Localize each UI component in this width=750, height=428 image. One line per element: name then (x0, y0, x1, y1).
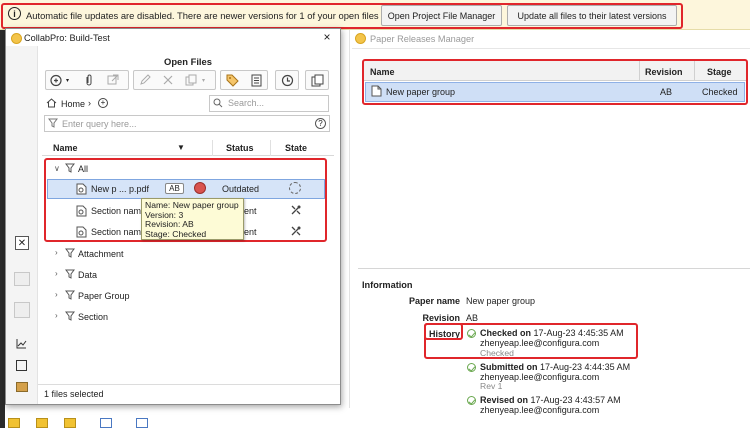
tree-group-attachment[interactable]: Attachment (78, 249, 124, 259)
duplicate-icon[interactable] (308, 71, 326, 89)
home-icon[interactable] (46, 98, 57, 108)
query-placeholder: Enter query here... (62, 119, 137, 129)
revision-label: Revision (422, 313, 460, 323)
history-entry: Checked on 17-Aug-23 4:45:35 AM (480, 328, 624, 338)
cut-icon[interactable] (159, 71, 177, 89)
history-date: 17-Aug-23 4:43:57 AM (530, 395, 621, 405)
information-divider (358, 268, 750, 269)
paste-icon[interactable] (14, 302, 30, 318)
folder-icon[interactable] (8, 418, 20, 428)
column-header-state[interactable]: State (285, 143, 307, 153)
external-link-icon[interactable] (104, 71, 122, 89)
chevron-right-icon[interactable]: › (55, 290, 58, 299)
chevron-right-icon[interactable]: › (55, 248, 58, 257)
tree-group-data[interactable]: Data (78, 270, 97, 280)
pencil-icon[interactable] (136, 71, 154, 89)
status-divider (38, 384, 340, 385)
help-icon[interactable]: ? (315, 118, 326, 129)
paper-releases-title: Paper Releases Manager (370, 34, 475, 44)
revision-value: AB (466, 313, 479, 323)
document-icon[interactable] (136, 418, 148, 428)
dialog-title: CollabPro: Build-Test (24, 33, 110, 43)
history-date: 17-Aug-23 4:44:35 AM (540, 362, 631, 372)
column-divider (270, 140, 271, 156)
history-user: zhenyeap.lee@configura.com (480, 405, 600, 415)
column-header-status[interactable]: Status (226, 143, 254, 153)
folder-icon[interactable] (36, 418, 48, 428)
history-user: zhenyeap.lee@configura.com (480, 338, 600, 348)
refresh-icon[interactable] (278, 71, 296, 89)
chart-icon[interactable] (16, 338, 27, 349)
check-circle-icon (467, 363, 476, 372)
pane-divider (349, 30, 350, 428)
open-project-file-manager-button[interactable]: Open Project File Manager (381, 5, 502, 26)
information-title: Information (362, 280, 413, 290)
update-all-files-button[interactable]: Update all files to their latest version… (507, 5, 677, 26)
collabpro-logo-icon (11, 33, 22, 44)
dialog-side-toolbar (6, 46, 38, 404)
paper-releases-logo-icon (355, 33, 366, 44)
tooltip-line: Stage: Checked (145, 228, 207, 239)
add-circle-icon[interactable]: + (98, 98, 108, 108)
search-placeholder: Search... (228, 98, 265, 108)
column-divider (212, 140, 213, 156)
history-action: Checked on (480, 328, 532, 338)
open-icon[interactable] (47, 71, 65, 89)
open-files-heading: Open Files (164, 56, 212, 67)
check-circle-icon (467, 329, 476, 338)
dropdown-arrow-icon[interactable]: ▾ (66, 77, 69, 84)
dropdown-arrow-icon[interactable]: ▾ (202, 77, 205, 84)
filter-icon (48, 118, 58, 128)
chevron-right-icon[interactable]: › (55, 311, 58, 320)
paper-name-label: Paper name (408, 296, 460, 306)
history-date: 17-Aug-23 4:45:35 AM (533, 328, 624, 338)
check-circle-icon (467, 396, 476, 405)
history-action: Revised on (480, 395, 529, 405)
sort-down-icon[interactable]: ▼ (177, 143, 185, 152)
paper-releases-highlight (362, 59, 748, 105)
filter-icon (65, 248, 75, 258)
boxes-icon[interactable] (16, 382, 28, 392)
notification-text: Automatic file updates are disabled. The… (26, 10, 379, 21)
folder-icon[interactable] (64, 418, 76, 428)
breadcrumb-home[interactable]: Home (61, 99, 85, 109)
search-icon (213, 98, 223, 108)
close-box-icon[interactable]: ✕ (15, 236, 29, 250)
printer-icon[interactable] (14, 272, 30, 286)
paperclip-icon[interactable] (80, 71, 98, 89)
tag-icon[interactable] (223, 71, 241, 89)
close-icon[interactable]: × (320, 30, 334, 44)
selection-status: 1 files selected (44, 389, 104, 399)
tree-group-paper-group[interactable]: Paper Group (78, 291, 130, 301)
column-header-name[interactable]: Name (53, 143, 78, 153)
filter-icon (65, 290, 75, 300)
info-icon: i (8, 7, 21, 20)
bottom-toolbar (5, 408, 350, 428)
chevron-right-icon[interactable]: › (88, 98, 91, 108)
book-icon[interactable] (16, 360, 27, 371)
filter-icon (65, 311, 75, 321)
filter-icon (65, 269, 75, 279)
pane-title-divider (352, 48, 750, 49)
paper-name-value: New paper group (466, 296, 536, 306)
history-action: Submitted on (480, 362, 538, 372)
history-note: Rev 1 (480, 381, 503, 391)
chevron-right-icon[interactable]: › (55, 269, 58, 278)
file-tooltip: Name: New paper group Version: 3 Revisio… (141, 198, 244, 240)
document-icon[interactable] (100, 418, 112, 428)
history-entry: Revised on 17-Aug-23 4:43:57 AM (480, 395, 621, 405)
history-note: Checked (480, 348, 514, 358)
copy-icon[interactable] (182, 71, 200, 89)
tree-group-section[interactable]: Section (78, 312, 108, 322)
document-list-icon[interactable] (247, 71, 265, 89)
history-entry: Submitted on 17-Aug-23 4:44:35 AM (480, 362, 630, 372)
search-input[interactable] (209, 95, 329, 112)
